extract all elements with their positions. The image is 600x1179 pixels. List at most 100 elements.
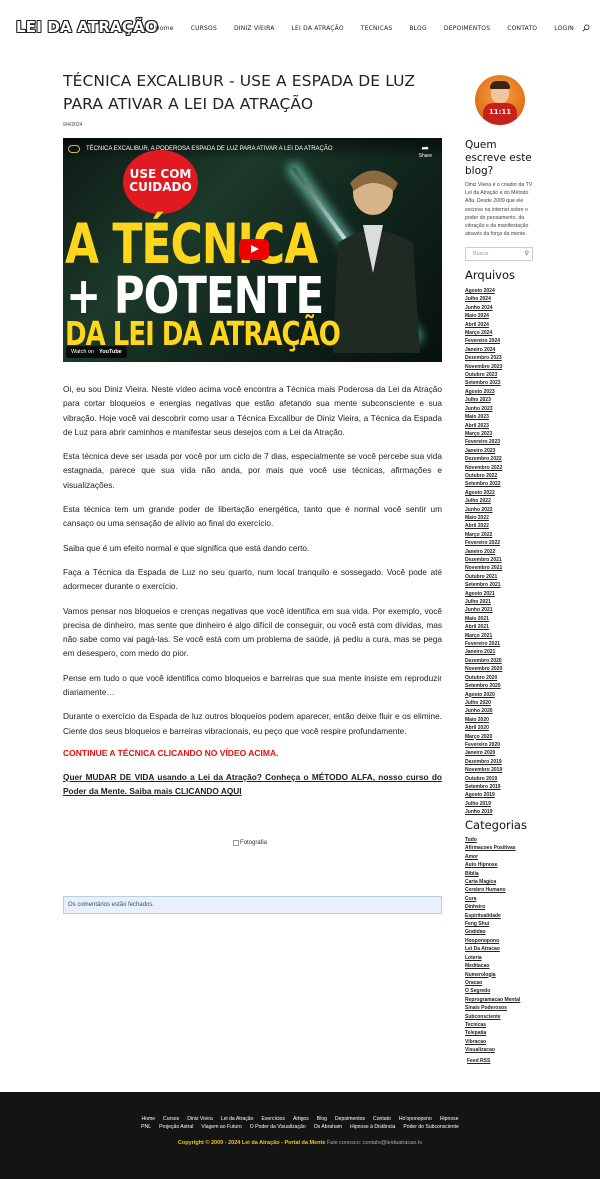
archive-link[interactable]: Fevereiro 2024 [465, 337, 502, 345]
archive-link[interactable]: Junho 2023 [465, 405, 502, 413]
archive-link[interactable]: Setembro 2023 [465, 379, 502, 387]
nav-item-home[interactable]: Home [155, 25, 174, 32]
archive-link[interactable]: Dezembro 2019 [465, 758, 502, 766]
archive-link[interactable]: Junho 2019 [465, 808, 502, 816]
archive-link[interactable]: Fevereiro 2021 [465, 640, 502, 648]
nav-item-tecnicas[interactable]: TECNICAS [361, 25, 393, 32]
archive-link[interactable]: Janeiro 2022 [465, 548, 502, 556]
archive-link[interactable]: Julho 2023 [465, 396, 502, 404]
video-title[interactable]: TÉCNICA EXCALIBUR, A PODEROSA ESPADA DE … [86, 146, 333, 152]
archive-link[interactable]: Julho 2022 [465, 497, 502, 505]
site-logo[interactable]: LEI DA ATRAÇÃO [16, 18, 158, 36]
archive-link[interactable]: Dezembro 2023 [465, 354, 502, 362]
archive-link[interactable]: Janeiro 2020 [465, 749, 502, 757]
archive-link[interactable]: Março 2022 [465, 531, 502, 539]
archive-link[interactable]: Abril 2023 [465, 422, 502, 430]
category-link[interactable]: Loteria [465, 954, 520, 962]
footer-link[interactable]: Exercícios [261, 1116, 285, 1122]
archive-link[interactable]: Fevereiro 2022 [465, 539, 502, 547]
archive-link[interactable]: Agosto 2023 [465, 388, 502, 396]
archive-link[interactable]: Setembro 2021 [465, 581, 502, 589]
archive-link[interactable]: Junho 2021 [465, 606, 502, 614]
archive-link[interactable]: Julho 2021 [465, 598, 502, 606]
nav-item-contato[interactable]: CONTATO [507, 25, 537, 32]
footer-link[interactable]: Depoimentos [335, 1116, 365, 1122]
share-button[interactable]: ➦ Share [419, 144, 432, 160]
category-link[interactable]: Telepatia [465, 1029, 520, 1037]
category-link[interactable]: Visualizacao [465, 1046, 520, 1054]
archive-link[interactable]: Agosto 2019 [465, 791, 502, 799]
archive-link[interactable]: Dezembro 2020 [465, 657, 502, 665]
archive-link[interactable]: Agosto 2022 [465, 489, 502, 497]
footer-link[interactable]: O Poder da Visualização [250, 1124, 306, 1130]
category-link[interactable]: Sinais Poderosos [465, 1004, 520, 1012]
watch-on-youtube-button[interactable]: Watch on YouTube [66, 346, 127, 358]
footer-link[interactable]: Contato [373, 1116, 391, 1122]
footer-link[interactable]: PNL [141, 1124, 151, 1130]
archive-link[interactable]: Novembro 2020 [465, 665, 502, 673]
category-link[interactable]: Lei Da Atracao [465, 945, 520, 953]
archive-link[interactable]: Agosto 2020 [465, 691, 502, 699]
footer-link[interactable]: Diniz Vieira [187, 1116, 213, 1122]
archive-link[interactable]: Setembro 2020 [465, 682, 502, 690]
author-avatar[interactable]: 11:11 [475, 75, 525, 125]
archive-link[interactable]: Novembro 2023 [465, 363, 502, 371]
category-link[interactable]: Amor [465, 853, 520, 861]
footer-link[interactable]: Viagem ao Futuro [201, 1124, 241, 1130]
footer-link[interactable]: Blog [317, 1116, 327, 1122]
category-link[interactable]: O Segredo [465, 987, 520, 995]
archive-link[interactable]: Fevereiro 2020 [465, 741, 502, 749]
archive-link[interactable]: Março 2021 [465, 632, 502, 640]
category-link[interactable]: Reprogramacao Mental [465, 996, 520, 1004]
category-link[interactable]: Oracao [465, 979, 520, 987]
archive-link[interactable]: Julho 2020 [465, 699, 502, 707]
nav-item-cursos[interactable]: CURSOS [191, 25, 217, 32]
archive-link[interactable]: Março 2024 [465, 329, 502, 337]
footer-link[interactable]: Ho'oponopono [399, 1116, 432, 1122]
archive-link[interactable]: Julho 2024 [465, 295, 502, 303]
archive-link[interactable]: Abril 2020 [465, 724, 502, 732]
archive-link[interactable]: Agosto 2024 [465, 287, 502, 295]
archive-link[interactable]: Outubro 2019 [465, 775, 502, 783]
archive-link[interactable]: Janeiro 2021 [465, 648, 502, 656]
category-link[interactable]: Afirmacoes Positivas [465, 844, 520, 852]
category-link[interactable]: Tudo [465, 836, 520, 844]
category-link[interactable]: Bíblia [465, 870, 520, 878]
category-link[interactable]: Carta Magica [465, 878, 520, 886]
archive-link[interactable]: Outubro 2020 [465, 674, 502, 682]
category-link[interactable]: Vibracao [465, 1038, 520, 1046]
archive-link[interactable]: Setembro 2022 [465, 480, 502, 488]
archive-link[interactable]: Junho 2020 [465, 707, 502, 715]
archive-link[interactable]: Outubro 2023 [465, 371, 502, 379]
footer-link[interactable]: Hipnose à Distância [350, 1124, 395, 1130]
archive-link[interactable]: Maio 2021 [465, 615, 502, 623]
category-link[interactable]: Tecnicas [465, 1021, 520, 1029]
sidebar-search-input[interactable]: Busca ⚲ [465, 247, 533, 261]
search-icon[interactable] [582, 24, 590, 32]
nav-item-lei-da-atra-o[interactable]: LEI DA ATRAÇÃO [292, 25, 344, 32]
nav-item-depoimentos[interactable]: DEPOIMENTOS [444, 25, 490, 32]
category-link[interactable]: Cura [465, 895, 520, 903]
category-link[interactable]: Dinheiro [465, 903, 520, 911]
footer-link[interactable]: Cursos [163, 1116, 179, 1122]
footer-link[interactable]: Home [141, 1116, 155, 1122]
archive-link[interactable]: Maio 2023 [465, 413, 502, 421]
archive-link[interactable]: Junho 2024 [465, 304, 502, 312]
category-link[interactable]: Subconsciente [465, 1013, 520, 1021]
archive-link[interactable]: Junho 2022 [465, 506, 502, 514]
archive-link[interactable]: Outubro 2021 [465, 573, 502, 581]
footer-link[interactable]: Artigos [293, 1116, 309, 1122]
footer-link[interactable]: Projeção Astral [159, 1124, 193, 1130]
footer-link[interactable]: Poder do Subconsciente [403, 1124, 459, 1130]
nav-item-login[interactable]: LOGIN [554, 25, 574, 32]
category-link[interactable]: Feng Shui [465, 920, 520, 928]
archive-link[interactable]: Abril 2024 [465, 321, 502, 329]
archive-link[interactable]: Novembro 2021 [465, 564, 502, 572]
category-link[interactable]: Hooponopono [465, 937, 520, 945]
category-link[interactable]: Gratidao [465, 928, 520, 936]
contact-text[interactable]: Fale conosco: contato@leidaatracao.tv [327, 1140, 422, 1146]
category-link[interactable]: Espiritualidade [465, 912, 520, 920]
archive-link[interactable]: Outubro 2022 [465, 472, 502, 480]
channel-icon[interactable] [68, 145, 80, 153]
archive-link[interactable]: Maio 2022 [465, 514, 502, 522]
